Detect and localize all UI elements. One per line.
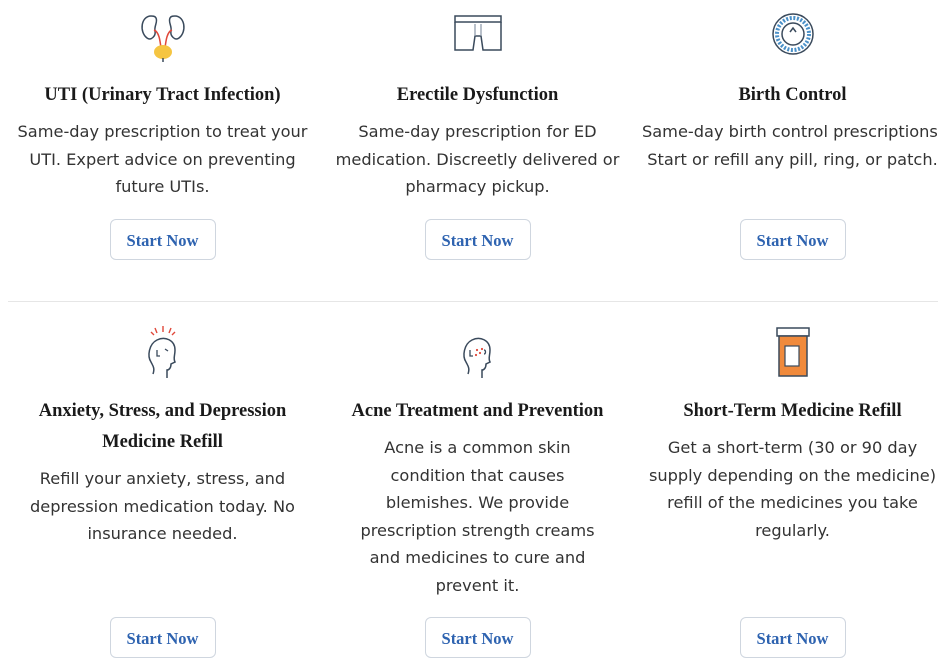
stressed-head-icon bbox=[143, 322, 183, 380]
service-description: Same-day prescription for ED medication.… bbox=[335, 122, 620, 196]
service-description: Same-day prescription to treat your UTI.… bbox=[17, 122, 308, 196]
service-card-erectile-dysfunction: Erectile Dysfunction Same-day prescripti… bbox=[320, 0, 635, 300]
service-card-birth-control: Birth Control Same-day birth control pre… bbox=[635, 0, 938, 300]
service-description: Same-day birth control prescriptions. St… bbox=[641, 122, 938, 169]
start-now-button-acne[interactable]: Start Now bbox=[424, 617, 531, 658]
service-card-anxiety: Anxiety, Stress, and Depression Medicine… bbox=[5, 310, 320, 658]
service-title: Short-Term Medicine Refill bbox=[683, 401, 902, 421]
services-grid: UTI (Urinary Tract Infection) Same-day p… bbox=[0, 0, 938, 658]
kidneys-icon bbox=[137, 10, 189, 62]
service-card-medicine-refill: Short-Term Medicine Refill Get a short-t… bbox=[635, 310, 938, 658]
start-now-button-uti[interactable]: Start Now bbox=[109, 219, 216, 260]
service-description: Acne is a common skin condition that cau… bbox=[360, 438, 595, 595]
service-title: Birth Control bbox=[738, 85, 847, 105]
acne-face-icon bbox=[458, 322, 498, 380]
service-title: Erectile Dysfunction bbox=[396, 85, 559, 105]
service-title: Acne Treatment and Prevention bbox=[351, 401, 604, 421]
start-now-button-erectile-dysfunction[interactable]: Start Now bbox=[424, 219, 531, 260]
section-divider bbox=[8, 301, 938, 302]
start-now-button-anxiety[interactable]: Start Now bbox=[109, 617, 216, 658]
service-title: Anxiety, Stress, and Depression Medicine… bbox=[38, 401, 287, 452]
service-description: Refill your anxiety, stress, and depress… bbox=[30, 469, 295, 543]
start-now-button-medicine-refill[interactable]: Start Now bbox=[739, 617, 846, 658]
start-now-button-birth-control[interactable]: Start Now bbox=[739, 219, 846, 260]
service-card-acne: Acne Treatment and Prevention Acne is a … bbox=[320, 310, 635, 658]
pill-bottle-icon bbox=[771, 326, 815, 378]
service-description: Get a short-term (30 or 90 day supply de… bbox=[648, 438, 937, 540]
boxer-shorts-icon bbox=[453, 14, 503, 54]
service-title: UTI (Urinary Tract Infection) bbox=[44, 85, 281, 105]
pill-dial-icon bbox=[771, 12, 815, 56]
service-card-uti: UTI (Urinary Tract Infection) Same-day p… bbox=[5, 0, 320, 300]
